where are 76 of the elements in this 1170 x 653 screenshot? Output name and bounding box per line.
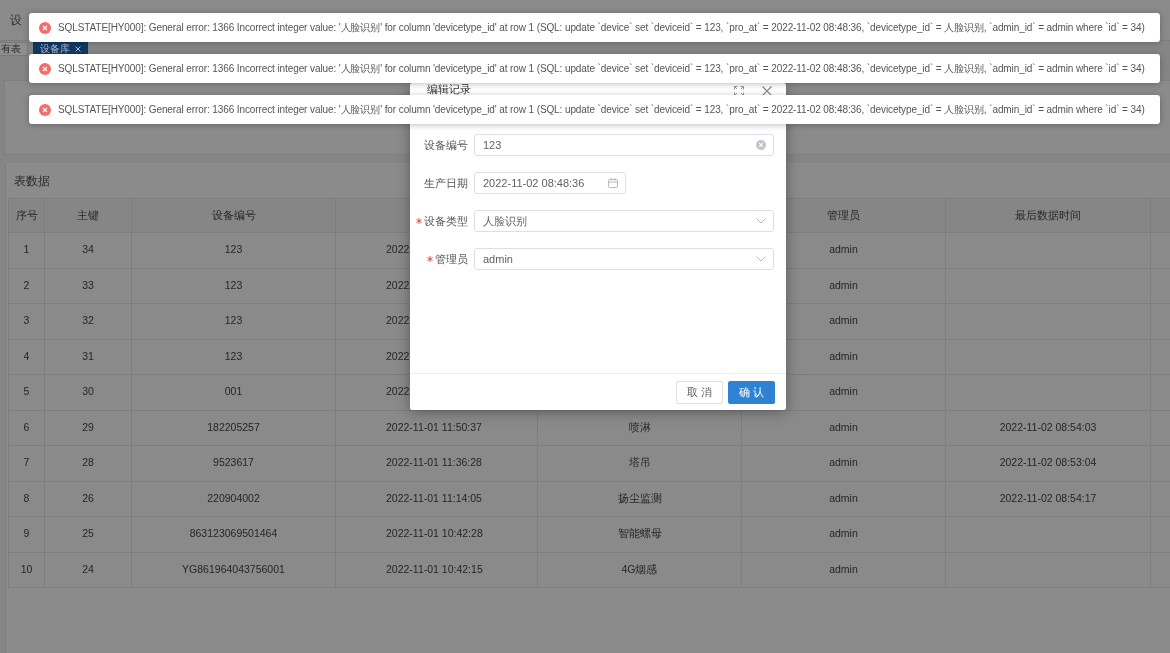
table-cell: 220904002: [131, 481, 336, 517]
toast-message: SQLSTATE[HY000]: General error: 1366 Incorrect integer value: '人脸识别' for column 'devicetype_id' at row 1 (SQL: update `device` set `deviceid` = 123, `pro_at` = 2022-11-02 08:48:36, `devicetype_id` = 人脸识别, `admin_id` = admin where `id` = 34): [58, 62, 1145, 76]
table-cell: 863123069501464: [131, 516, 336, 552]
column-header: 设备编号: [131, 198, 336, 233]
table-cell: 4G烟感: [537, 552, 742, 588]
table-cell: 6: [8, 410, 45, 446]
table-cell: 9523617: [131, 445, 336, 481]
table-cell: 123: [131, 303, 336, 339]
tab[interactable]: 有表: [0, 42, 28, 56]
table-cell: 2022-11-01 11:36:28: [335, 445, 538, 481]
column-header: 最后数据时间: [945, 198, 1151, 233]
confirm-button[interactable]: 确认: [728, 381, 775, 404]
table-cell: 123: [131, 232, 336, 268]
table-cell: 扬尘监测: [537, 481, 742, 517]
table-cell: 2: [8, 268, 45, 304]
table-cell: 29: [44, 410, 132, 446]
chevron-down-icon[interactable]: [756, 256, 766, 262]
table-cell: 7: [8, 445, 45, 481]
chevron-down-icon[interactable]: [756, 218, 766, 224]
error-icon: [39, 103, 51, 116]
close-icon[interactable]: [75, 46, 81, 52]
table-cell: admin: [741, 445, 946, 481]
table-cell: 智能螺母: [537, 516, 742, 552]
field-label: 管理员: [435, 251, 468, 267]
table-cell: 31: [44, 339, 132, 375]
date-field[interactable]: 2022-11-02 08:48:36: [474, 172, 626, 194]
table-cell: 182205257: [131, 410, 336, 446]
table-cell: 28: [44, 445, 132, 481]
table-cell: admin: [741, 481, 946, 517]
table-cell: admin: [741, 552, 946, 588]
text-field[interactable]: 123: [474, 134, 774, 156]
table-cell: 001: [131, 374, 336, 410]
clear-icon[interactable]: [756, 140, 766, 150]
table-cell: 30: [44, 374, 132, 410]
calendar-icon[interactable]: [608, 178, 618, 188]
table-cell: 25: [44, 516, 132, 552]
table-cell: 2022-11-02 08:53:04: [945, 445, 1151, 481]
table-cell: 2022-11-02 08:54:17: [945, 481, 1151, 517]
select-field[interactable]: 人脸识别: [474, 210, 774, 232]
table-cell: 2022-11-02 08:54:03: [945, 410, 1151, 446]
field-label: 设备类型: [424, 213, 468, 229]
table-cell: 2022-11-01 10:42:15: [335, 552, 538, 588]
field-label: 设备编号: [424, 137, 468, 153]
table-cell: 123: [131, 268, 336, 304]
table-cell: 123: [131, 339, 336, 375]
table-cell: 24: [44, 552, 132, 588]
table-cell: 2022-11-01 11:14:05: [335, 481, 538, 517]
toast-message: SQLSTATE[HY000]: General error: 1366 Incorrect integer value: '人脸识别' for column 'devicetype_id' at row 1 (SQL: update `device` set `deviceid` = 123, `pro_at` = 2022-11-02 08:48:36, `devicetype_id` = 人脸识别, `admin_id` = admin where `id` = 34): [58, 103, 1145, 117]
table-cell: 1: [8, 232, 45, 268]
table-cell: 32: [44, 303, 132, 339]
table-cell: 2022-11-01 10:42:28: [335, 516, 538, 552]
column-header: 序号: [8, 198, 45, 233]
close-icon[interactable]: [762, 86, 772, 96]
table-cell: admin: [741, 516, 946, 552]
table-cell: 10: [8, 552, 45, 588]
table-cell: 33: [44, 268, 132, 304]
table-cell: YG861964043756001: [131, 552, 336, 588]
expand-icon[interactable]: [734, 86, 744, 96]
table-cell: 塔吊: [537, 445, 742, 481]
select-field[interactable]: admin: [474, 248, 774, 270]
cancel-button[interactable]: 取消: [676, 381, 723, 404]
table-cell: 26: [44, 481, 132, 517]
table-cell: 5: [8, 374, 45, 410]
field-label: 生产日期: [424, 175, 468, 191]
table-cell: 9: [8, 516, 45, 552]
table-cell: 34: [44, 232, 132, 268]
table-cell: 8: [8, 481, 45, 517]
column-header: 主键: [44, 198, 132, 233]
table-cell: 3: [8, 303, 45, 339]
error-icon: [39, 21, 51, 34]
error-icon: [39, 62, 51, 75]
card-title: 表数据: [13, 173, 50, 190]
toast-message: SQLSTATE[HY000]: General error: 1366 Incorrect integer value: '人脸识别' for column 'devicetype_id' at row 1 (SQL: update `device` set `deviceid` = 123, `pro_at` = 2022-11-02 08:48:36, `devicetype_id` = 人脸识别, `admin_id` = admin where `id` = 34): [58, 21, 1145, 35]
table-cell: 4: [8, 339, 45, 375]
page-title: 设: [10, 12, 22, 29]
dialog-title: 编辑记录: [427, 84, 471, 95]
